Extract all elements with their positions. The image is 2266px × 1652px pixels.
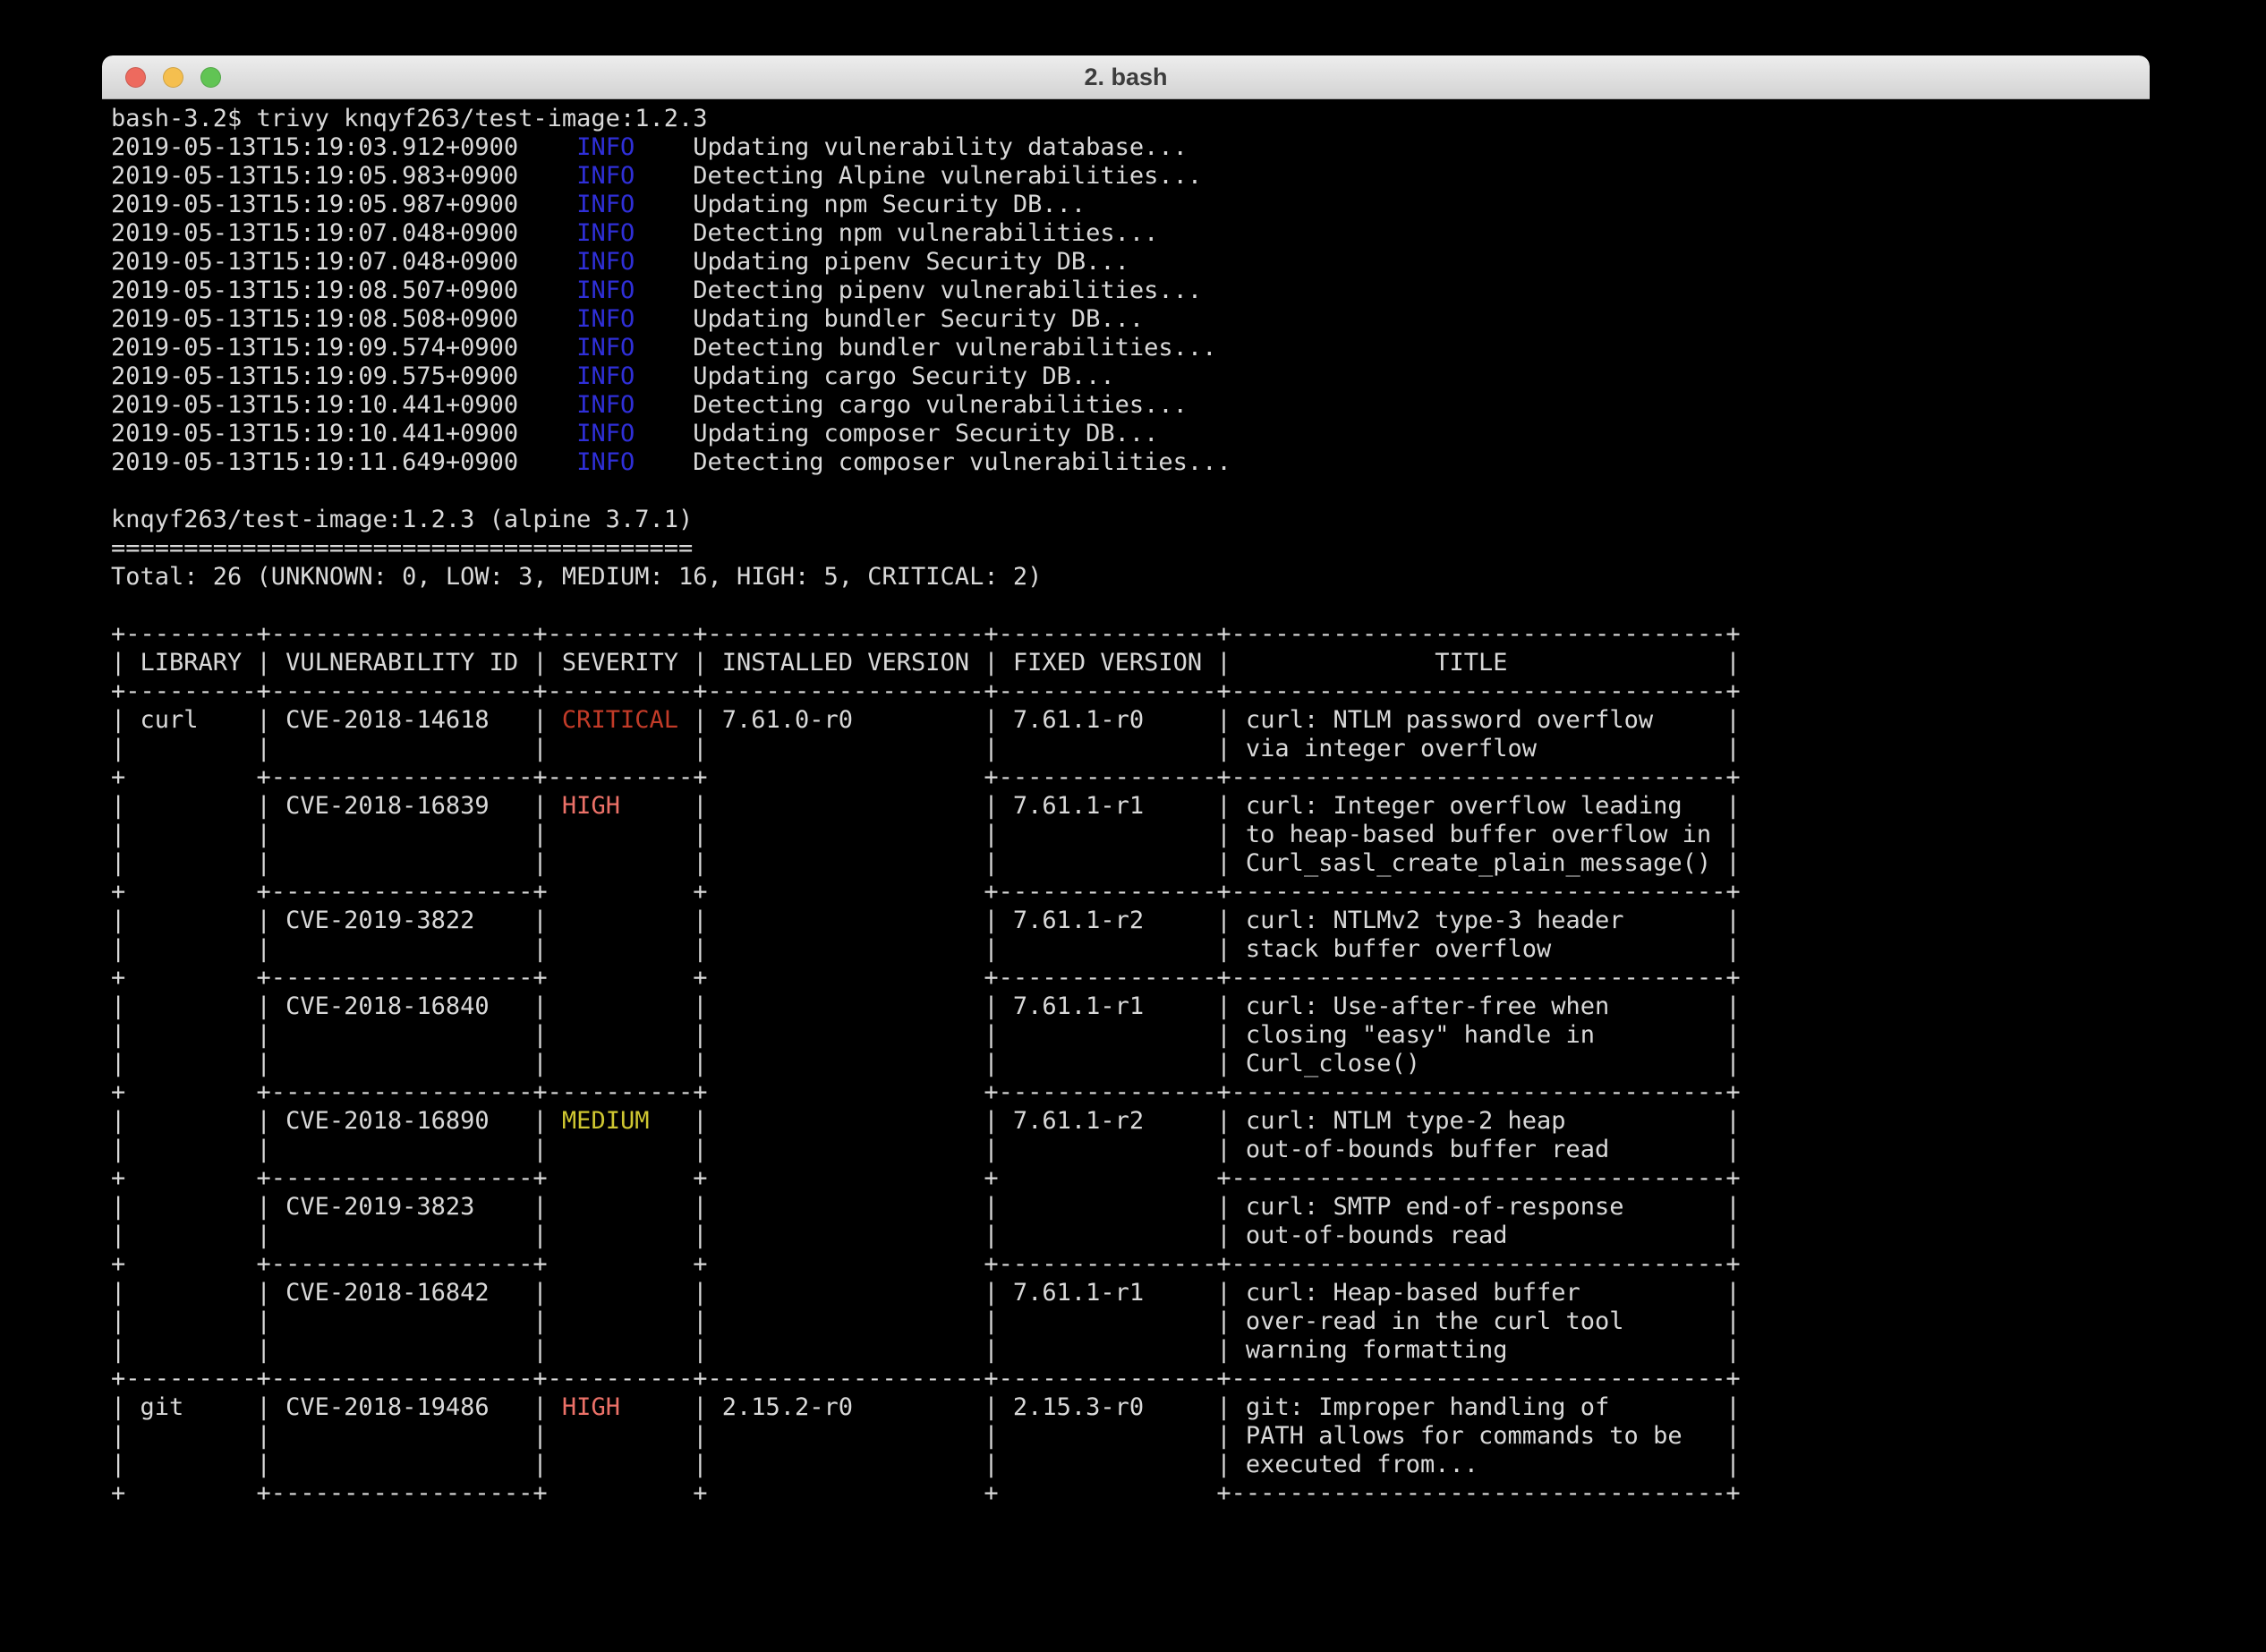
log-line: 2019-05-13T15:19:09.575+0900 INFO Updati… — [111, 362, 1115, 390]
log-line: 2019-05-13T15:19:08.507+0900 INFO Detect… — [111, 277, 1202, 304]
log-timestamp: 2019-05-13T15:19:11.649+0900 — [111, 448, 518, 476]
table-row-line: | | | | | | via integer overflow | — [111, 735, 1741, 762]
table-row-line: | | | | | | over-read in the curl tool | — [111, 1307, 1741, 1335]
log-level: INFO — [576, 133, 635, 161]
table-row-line: | | | | | | Curl_close() | — [111, 1050, 1741, 1077]
log-message: Detecting composer vulnerabilities... — [693, 448, 1231, 476]
table-row-line: | | CVE-2018-16840 | | | 7.61.1-r1 | cur… — [111, 992, 1741, 1020]
log-message: Updating cargo Security DB... — [693, 362, 1114, 390]
desktop-background: 2. bash bash-3.2$ trivy knqyf263/test-im… — [0, 0, 2266, 1652]
severity-badge: MEDIUM — [548, 1107, 694, 1135]
log-timestamp: 2019-05-13T15:19:10.441+0900 — [111, 420, 518, 447]
severity-badge: HIGH — [548, 792, 694, 820]
table-row-line: | | CVE-2019-3822 | | | 7.61.1-r2 | curl… — [111, 907, 1741, 934]
log-message: Detecting bundler vulnerabilities... — [693, 334, 1216, 362]
log-timestamp: 2019-05-13T15:19:08.507+0900 — [111, 277, 518, 304]
table-separator-line: + +------------------+ + + +------------… — [111, 1164, 1741, 1192]
log-level: INFO — [576, 248, 635, 276]
table-row-line: | | | | | | PATH allows for commands to … — [111, 1422, 1741, 1450]
report-separator-line: ======================================== — [111, 534, 693, 562]
prompt-line: bash-3.2$ trivy knqyf263/test-image:1.2.… — [111, 105, 707, 132]
log-timestamp: 2019-05-13T15:19:08.508+0900 — [111, 305, 518, 333]
log-message: Updating vulnerability database... — [693, 133, 1188, 161]
table-row-line: | | | | | | executed from... | — [111, 1451, 1741, 1478]
log-message: Detecting npm vulnerabilities... — [693, 219, 1158, 247]
table-separator-line: + +------------------+ + +--------------… — [111, 964, 1741, 992]
report-summary-line: Total: 26 (UNKNOWN: 0, LOW: 3, MEDIUM: 1… — [111, 563, 1042, 591]
log-line: 2019-05-13T15:19:10.441+0900 INFO Updati… — [111, 420, 1158, 447]
log-timestamp: 2019-05-13T15:19:05.987+0900 — [111, 191, 518, 218]
log-level: INFO — [576, 391, 635, 419]
table-row-line: | | CVE-2018-16839 | HIGH | | 7.61.1-r1 … — [111, 792, 1741, 820]
log-message: Updating composer Security DB... — [693, 420, 1158, 447]
table-row-line: | | CVE-2019-3823 | | | | curl: SMTP end… — [111, 1193, 1741, 1221]
table-row-line: | | | | | | Curl_sasl_create_plain_messa… — [111, 849, 1741, 877]
report-target-line: knqyf263/test-image:1.2.3 (alpine 3.7.1) — [111, 506, 693, 533]
table-separator-line: + +------------------+ + +--------------… — [111, 1250, 1741, 1278]
log-line: 2019-05-13T15:19:08.508+0900 INFO Updati… — [111, 305, 1144, 333]
log-timestamp: 2019-05-13T15:19:05.983+0900 — [111, 162, 518, 190]
table-separator-line: + +------------------+----------+ +-----… — [111, 763, 1741, 791]
log-line: 2019-05-13T15:19:05.987+0900 INFO Updati… — [111, 191, 1086, 218]
table-separator-line: +---------+------------------+----------… — [111, 1365, 1741, 1392]
severity-badge: HIGH — [548, 1393, 694, 1421]
log-level: INFO — [576, 305, 635, 333]
table-separator-line: + +------------------+ + +--------------… — [111, 878, 1741, 906]
table-row-line: | | | | | | stack buffer overflow | — [111, 935, 1741, 963]
log-line: 2019-05-13T15:19:07.048+0900 INFO Detect… — [111, 219, 1158, 247]
log-timestamp: 2019-05-13T15:19:10.441+0900 — [111, 391, 518, 419]
table-row-line: | | | | | | warning formatting | — [111, 1336, 1741, 1364]
log-line: 2019-05-13T15:19:09.574+0900 INFO Detect… — [111, 334, 1216, 362]
log-level: INFO — [576, 420, 635, 447]
severity-badge: CRITICAL — [548, 706, 694, 734]
table-row-line: | | | | | | out-of-bounds read | — [111, 1222, 1741, 1249]
table-row-line: | | | | | | closing "easy" handle in | — [111, 1021, 1741, 1049]
terminal-output[interactable]: bash-3.2$ trivy knqyf263/test-image:1.2.… — [102, 99, 2150, 1508]
log-level: INFO — [576, 277, 635, 304]
log-timestamp: 2019-05-13T15:19:09.575+0900 — [111, 362, 518, 390]
window-titlebar[interactable]: 2. bash — [102, 55, 2150, 99]
log-level: INFO — [576, 162, 635, 190]
table-separator-line: + +------------------+----------+ +-----… — [111, 1078, 1741, 1106]
table-row-line: | | CVE-2018-16890 | MEDIUM | | 7.61.1-r… — [111, 1107, 1741, 1135]
log-timestamp: 2019-05-13T15:19:07.048+0900 — [111, 219, 518, 247]
log-level: INFO — [576, 334, 635, 362]
log-timestamp: 2019-05-13T15:19:07.048+0900 — [111, 248, 518, 276]
log-message: Detecting pipenv vulnerabilities... — [693, 277, 1202, 304]
log-message: Updating npm Security DB... — [693, 191, 1086, 218]
log-timestamp: 2019-05-13T15:19:03.912+0900 — [111, 133, 518, 161]
log-message: Updating bundler Security DB... — [693, 305, 1144, 333]
log-message: Detecting Alpine vulnerabilities... — [693, 162, 1202, 190]
terminal-window: 2. bash bash-3.2$ trivy knqyf263/test-im… — [102, 55, 2150, 1631]
log-level: INFO — [576, 448, 635, 476]
table-border-line: +---------+------------------+----------… — [111, 677, 1741, 705]
log-timestamp: 2019-05-13T15:19:09.574+0900 — [111, 334, 518, 362]
table-row-line: | | | | | | to heap-based buffer overflo… — [111, 821, 1741, 848]
log-line: 2019-05-13T15:19:10.441+0900 INFO Detect… — [111, 391, 1188, 419]
log-line: 2019-05-13T15:19:05.983+0900 INFO Detect… — [111, 162, 1202, 190]
log-line: 2019-05-13T15:19:11.649+0900 INFO Detect… — [111, 448, 1231, 476]
log-line: 2019-05-13T15:19:03.912+0900 INFO Updati… — [111, 133, 1188, 161]
table-row-line: | | | | | | out-of-bounds buffer read | — [111, 1136, 1741, 1163]
log-message: Updating pipenv Security DB... — [693, 248, 1129, 276]
table-separator-line: + +------------------+ + + +------------… — [111, 1479, 1741, 1507]
table-header-line: | LIBRARY | VULNERABILITY ID | SEVERITY … — [111, 649, 1741, 677]
log-message: Detecting cargo vulnerabilities... — [693, 391, 1188, 419]
table-row-line: | curl | CVE-2018-14618 | CRITICAL | 7.6… — [111, 706, 1741, 734]
table-row-line: | | CVE-2018-16842 | | | 7.61.1-r1 | cur… — [111, 1279, 1741, 1307]
table-row-line: | git | CVE-2018-19486 | HIGH | 2.15.2-r… — [111, 1393, 1741, 1421]
log-level: INFO — [576, 191, 635, 218]
window-title: 2. bash — [102, 55, 2150, 98]
table-border-line: +---------+------------------+----------… — [111, 620, 1741, 648]
log-line: 2019-05-13T15:19:07.048+0900 INFO Updati… — [111, 248, 1129, 276]
log-level: INFO — [576, 362, 635, 390]
log-level: INFO — [576, 219, 635, 247]
